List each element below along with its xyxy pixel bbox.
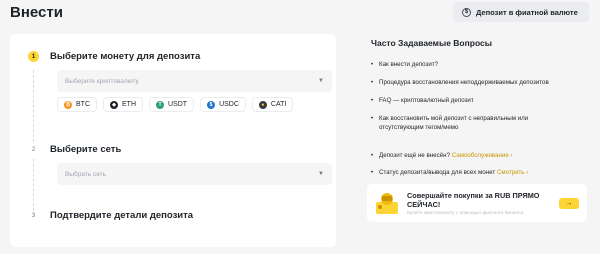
step-connector [33,159,34,211]
promo-illustration [376,193,398,214]
promo-title: Совершайте покупки за RUB ПРЯМО СЕЙЧАС! [407,191,540,209]
popular-coins: ₿ BTC ◆ ETH T USDT $ USDC ● CATI [57,97,294,112]
faq-item-text: FAQ — криптовалютный депозит [379,97,474,104]
caret-down-icon: ▼ [318,171,324,177]
bullet: • [371,97,374,104]
coin-chip-btc[interactable]: ₿ BTC [57,97,97,112]
step-title: Подтвердите детали депозита [50,210,194,221]
promo-subtitle: Купите криптовалюту с помощью фиатного б… [407,211,525,216]
bullet: • [371,79,374,86]
step-title: Выберите сеть [50,144,122,155]
eth-icon: ◆ [110,100,118,109]
faq-item-text: Как восстановить мой депозит с неправиль… [379,115,529,131]
not-credited-text: Депозит ещё не внесён? [379,152,451,159]
btc-icon: ₿ [64,100,72,109]
step-connector [33,70,34,142]
cati-icon: ● [258,100,267,109]
coin-label: USDC [219,101,239,108]
step-3: 3 Подтвердите детали депозита [28,210,193,221]
faq-link[interactable]: • Как восстановить мой депозит с неправи… [371,114,561,132]
coin-label: CATI [270,101,287,108]
not-credited-row: • Депозит ещё не внесён? Самообслуживани… [371,151,576,160]
bullet: • [371,169,374,176]
bullet: • [371,61,374,68]
faq-link[interactable]: • Как внести депозит? [371,60,576,69]
coin-label: BTC [76,101,90,108]
coin-label: ETH [122,101,136,108]
view-status-link[interactable]: Смотреть [497,169,525,176]
self-service-link[interactable]: Самообслуживание [452,152,509,159]
chevron-right-icon: › [526,169,529,176]
coin-chip-cati[interactable]: ● CATI [251,97,294,112]
coin-select[interactable]: Выберите криптовалюту ▼ [57,70,332,92]
network-select[interactable]: Выбрать сеть ▼ [57,163,332,185]
step-title: Выберите монету для депозита [50,51,201,62]
network-select-placeholder: Выбрать сеть [65,170,106,178]
faq-item-text: Процедура восстановления неподдерживаемы… [379,79,549,86]
banknote-icon: $ [462,7,471,17]
step-number: 3 [31,212,36,219]
promo-banner[interactable]: Совершайте покупки за RUB ПРЯМО СЕЙЧАС! … [367,184,587,222]
faq-link[interactable]: • FAQ — криптовалютный депозит [371,96,576,105]
step-number: 2 [31,146,36,153]
faq-item-text: Как внести депозит? [379,61,439,68]
arrow-right-icon[interactable]: → [559,198,579,209]
coin-select-placeholder: Выберите криптовалюту [65,77,139,85]
coin-chip-usdt[interactable]: T USDT [149,97,195,112]
step-number: 1 [28,51,39,62]
step-2: 2 Выберите сеть [28,144,121,155]
deposit-status-text: Статус депозита/вывода для всех монет [379,169,496,176]
bullet: • [371,152,374,159]
usdc-icon: $ [207,100,216,109]
usdt-icon: T [156,100,164,109]
deposit-status-row: • Статус депозита/вывода для всех монет … [371,168,576,177]
coin-chip-usdc[interactable]: $ USDC [200,97,246,112]
faq-link[interactable]: • Процедура восстановления неподдерживае… [371,78,576,87]
chevron-right-icon: › [510,152,513,159]
faq-title: Часто Задаваемые Вопросы [371,38,493,48]
coin-label: USDT [168,101,188,108]
deposit-steps-card: 1 Выберите монету для депозита Выберите … [10,34,336,247]
bullet: • [371,115,374,122]
fiat-deposit-button[interactable]: $ Депозит в фиатной валюте [453,2,589,22]
page-title: Внести [10,4,63,21]
fiat-deposit-label: Депозит в фиатной валюте [476,7,578,17]
step-1: 1 Выберите монету для депозита [28,51,200,62]
coin-chip-eth[interactable]: ◆ ETH [103,97,143,112]
caret-down-icon: ▼ [318,78,324,84]
